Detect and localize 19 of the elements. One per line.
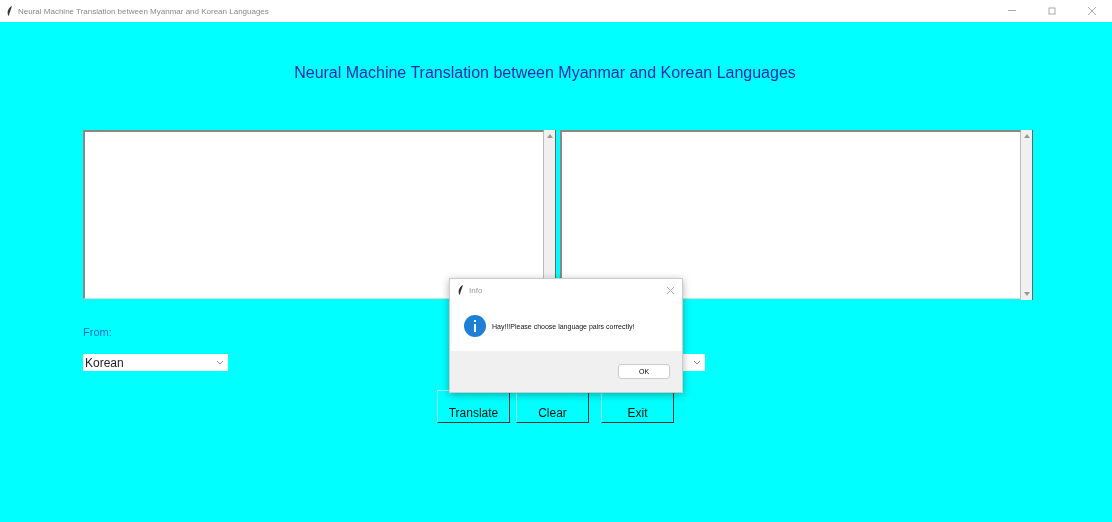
restore-icon[interactable]	[1048, 7, 1056, 15]
app-heading: Neural Machine Translation between Myanmar and Korean Languages	[293, 64, 797, 82]
scroll-down-icon[interactable]	[1023, 292, 1030, 296]
info-icon	[464, 315, 486, 337]
scrollbar[interactable]	[1021, 130, 1033, 300]
action-button[interactable]: Translate	[437, 390, 510, 423]
close-icon[interactable]	[1088, 7, 1096, 15]
scroll-up-icon[interactable]	[546, 134, 553, 138]
dialog-title: Info	[469, 285, 484, 295]
window-title: Neural Machine Translation between Myanmar and Korean Languages	[18, 6, 270, 16]
from-label: From:	[83, 326, 112, 340]
feather-icon	[7, 6, 13, 16]
minimize-icon[interactable]	[1008, 10, 1016, 12]
caret-icon	[216, 360, 224, 365]
scroll-up-icon[interactable]	[1023, 134, 1030, 138]
close-icon[interactable]	[667, 286, 674, 294]
feather-icon	[458, 285, 464, 295]
caret-icon	[693, 360, 701, 365]
source-language-dropdown[interactable]: Korean	[83, 354, 228, 371]
